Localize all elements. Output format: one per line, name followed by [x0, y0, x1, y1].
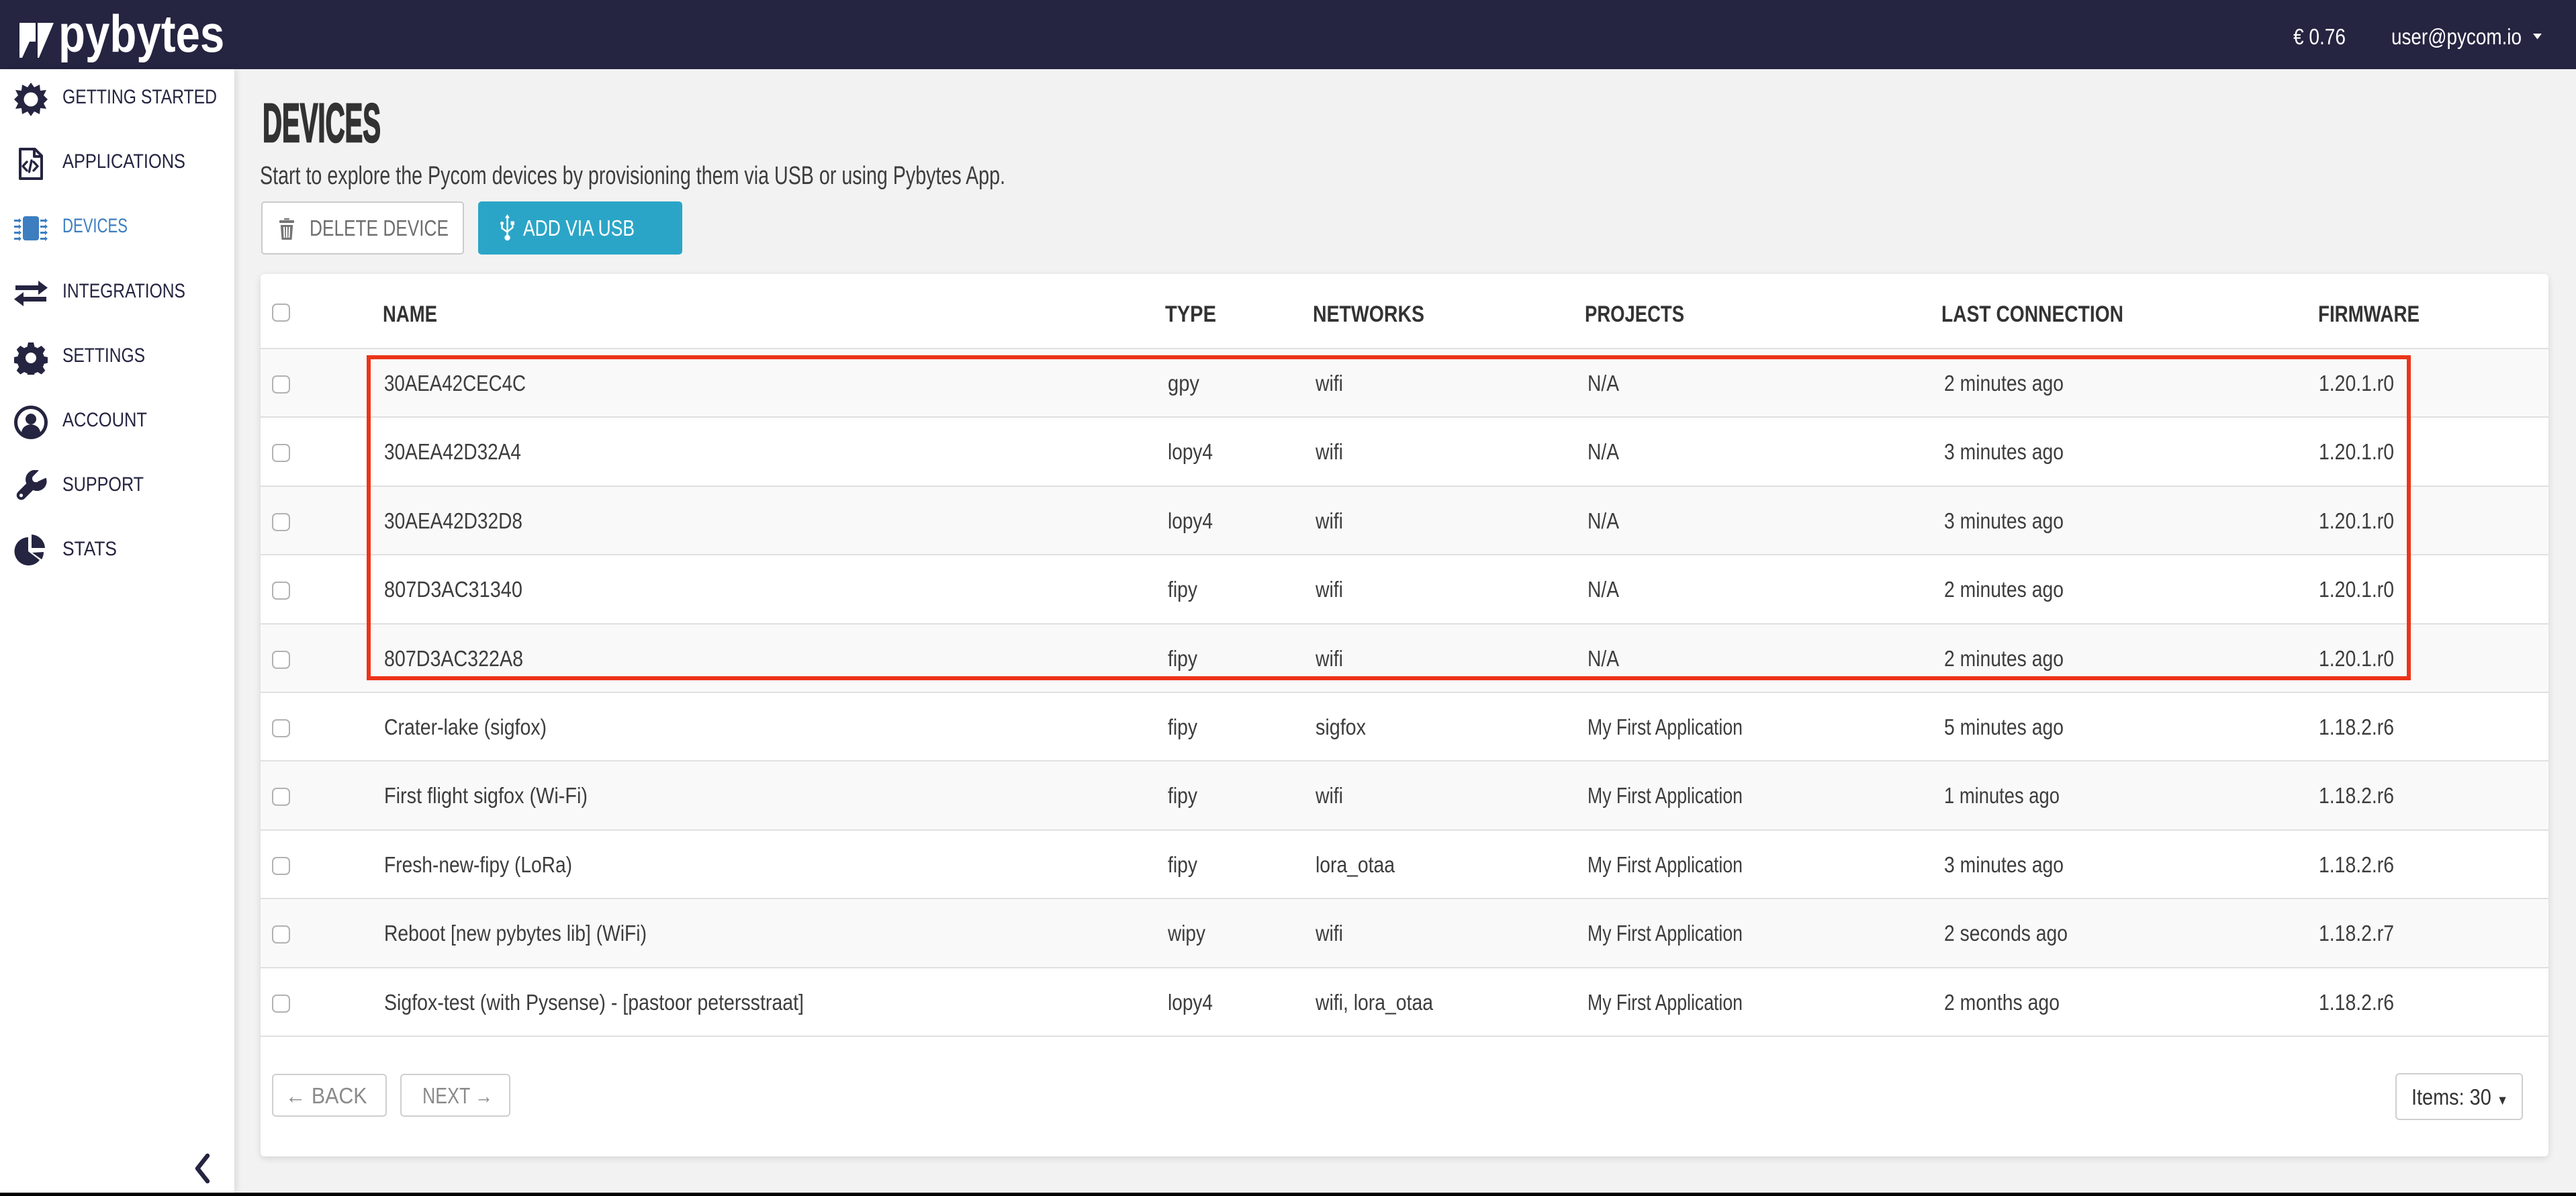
svg-text:DEVICES: DEVICES [263, 98, 381, 146]
